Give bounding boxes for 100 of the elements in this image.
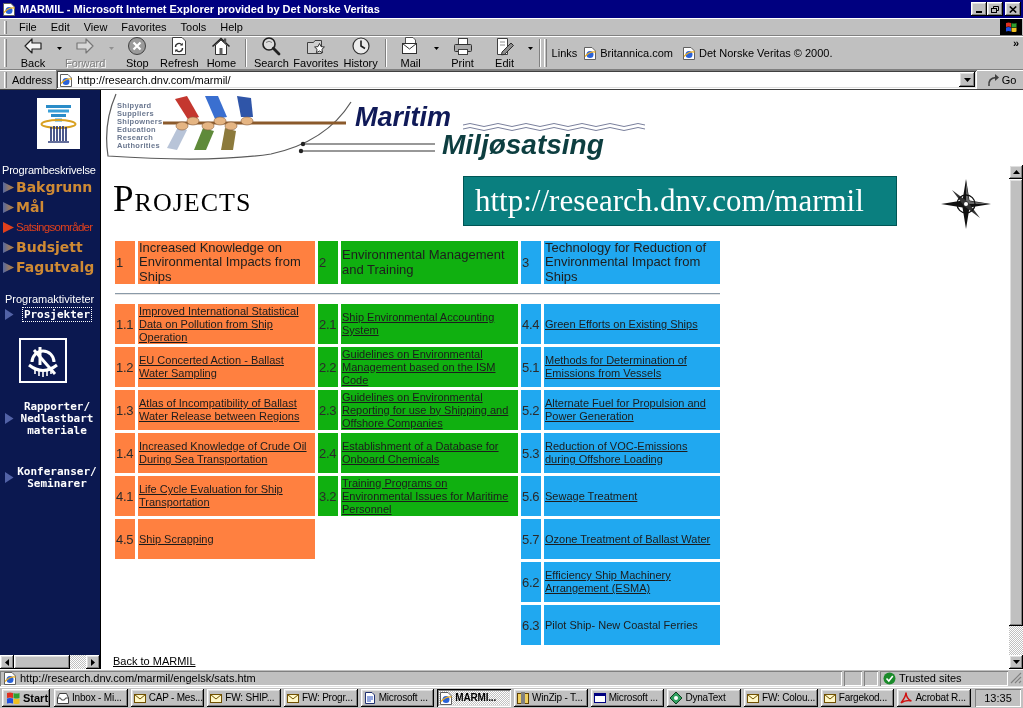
triangle-arrow-icon — [2, 260, 15, 274]
refresh-button[interactable]: Refresh — [158, 37, 201, 68]
project-link[interactable]: Sewage Treatment — [545, 489, 638, 503]
project-number: 1.2 — [115, 347, 135, 387]
category-heading: Environmental Management and Training — [341, 241, 518, 284]
sidebar-link[interactable]: Satsingsområder — [0, 217, 100, 237]
project-link[interactable]: Ship Scrapping — [139, 532, 214, 546]
caret-icon — [963, 77, 971, 82]
caret-icon — [108, 47, 114, 50]
more-links-button[interactable]: » — [1012, 38, 1019, 49]
project-number: 4.1 — [115, 476, 135, 516]
project-link[interactable]: Training Programs on Environmental Issues for Maritime Personnel — [342, 476, 517, 516]
triangle-arrow-icon — [2, 180, 15, 194]
taskbar-button[interactable]: FW: SHIP... — [207, 688, 281, 707]
sidebar-link[interactable]: Mål — [0, 197, 100, 217]
quick-link[interactable]: Britannica.com — [583, 45, 674, 60]
search-button[interactable]: Search — [250, 37, 293, 68]
project-number: 1.1 — [115, 304, 135, 344]
quick-link[interactable]: Det Norske Veritas © 2000. — [682, 45, 833, 60]
menu-item[interactable]: View — [76, 20, 115, 34]
project-number: 5.2 — [521, 390, 541, 430]
project-number: 6.2 — [521, 562, 541, 602]
triangle-arrow-icon — [2, 220, 15, 234]
menu-item[interactable]: Help — [213, 20, 250, 34]
scroll-up-button[interactable] — [1009, 165, 1023, 179]
taskbar-button[interactable]: CAP - Mes... — [130, 688, 205, 707]
home-button[interactable]: Home — [200, 37, 243, 68]
project-link[interactable]: Improved International Statistical Data on Pollution from Ship Operation — [139, 304, 314, 344]
address-label: Address — [12, 73, 53, 86]
project-link[interactable]: Efficiency Ship Machinery Arrangement (ESMA) — [545, 569, 719, 595]
project-link[interactable]: Ship Environmental Accounting System — [342, 311, 517, 337]
project-number: 1.3 — [115, 390, 135, 430]
project-link[interactable]: Establishment of a Database for Onboard Chemicals — [342, 440, 517, 466]
favorites-button[interactable]: Favorites — [292, 37, 340, 68]
web-page-icon — [439, 690, 454, 705]
flag-logo-icon — [1000, 18, 1022, 36]
printer-icon — [452, 36, 473, 56]
taskbar-button[interactable]: Inbox - Mi... — [54, 688, 128, 707]
project-number: 2.1 — [318, 304, 338, 344]
project-link[interactable]: Alternate Fuel for Propulsion and Power Generation — [545, 397, 719, 423]
project-number: 3.2 — [318, 476, 338, 516]
scroll-down-button[interactable] — [1009, 655, 1023, 669]
taskbar-button[interactable]: WinZip - T... — [514, 688, 588, 707]
scroll-right-button[interactable] — [86, 655, 100, 669]
project-link[interactable]: Ozone Treatment of Ballast Water — [545, 532, 711, 546]
edit-button[interactable]: Edit — [483, 37, 536, 68]
taskbar-button[interactable]: DynaText — [667, 688, 742, 707]
taskbar-button[interactable]: FW: Progr... — [284, 688, 358, 707]
project-link[interactable]: Guidelines on Environmental Management based on the ISM Code — [342, 347, 517, 387]
project-link[interactable]: Methods for Determination of Emissions from Vessels — [545, 354, 719, 380]
menu-item[interactable]: Favorites — [114, 20, 174, 34]
restore-button[interactable] — [987, 2, 1003, 16]
stop-button[interactable]: Stop — [116, 37, 159, 68]
start-button[interactable]: Start — [2, 688, 50, 707]
down-triangle-icon — [1012, 660, 1020, 664]
sidebar-link[interactable]: Fagutvalg — [0, 257, 100, 277]
menu-item[interactable]: Edit — [43, 20, 77, 34]
resize-grip-icon — [1010, 672, 1022, 684]
go-button[interactable]: Go — [981, 70, 1021, 89]
sidebar-link[interactable]: Rapporter/ Nedlastbart materiale — [0, 399, 100, 438]
scrollbar-thumb[interactable] — [14, 655, 70, 669]
sidebar-link[interactable]: Bakgrunn — [0, 177, 100, 197]
taskbar-button[interactable]: MARMI... — [437, 688, 512, 707]
category-number: 3 — [521, 241, 541, 284]
project-link[interactable]: Green Efforts on Existing Ships — [545, 317, 698, 331]
taskbar-button[interactable]: Fargekod... — [820, 688, 895, 707]
sidebar-link[interactable]: Budsjett — [0, 237, 100, 257]
back-button[interactable]: Back — [12, 37, 64, 68]
project-link[interactable]: EU Concerted Action - Ballast Water Sampling — [139, 354, 314, 380]
dropdown-button[interactable] — [959, 72, 975, 87]
project-link[interactable]: Guidelines on Environmental Reporting for use by Shipping and Offshore Companies — [342, 390, 517, 430]
history-button[interactable]: History — [339, 37, 382, 68]
project-link[interactable]: Atlas of Incompatibility of Ballast Water Release between Regions — [139, 397, 314, 423]
project-link[interactable]: Reduction of VOC-Emissions during Offshore Loading — [545, 440, 719, 466]
print-button[interactable]: Print — [441, 37, 484, 68]
triangle-arrow-icon — [4, 471, 14, 484]
taskbar-button[interactable]: Microsoft ... — [360, 688, 435, 707]
sidebar-link[interactable]: Konferanser/ Seminarer — [0, 464, 100, 491]
close-button[interactable] — [1005, 2, 1021, 16]
status-text: http://research.dnv.com/marmil/engelsk/sats.htm — [20, 672, 256, 684]
address-field[interactable]: http://research.dnv.com/marmil/ — [56, 70, 977, 89]
stop-icon — [127, 36, 148, 56]
taskbar-button[interactable]: FW: Colou... — [744, 688, 818, 707]
project-link[interactable]: Increased Knowledge of Crude Oil During Sea Transportation — [139, 440, 314, 466]
mail-button[interactable]: Mail — [389, 37, 442, 68]
links-label: Links — [551, 46, 578, 59]
minimize-button[interactable] — [971, 2, 987, 16]
taskbar-button[interactable]: Acrobat R... — [897, 688, 972, 707]
taskbar-button[interactable]: Microsoft ... — [590, 688, 665, 707]
menu-item[interactable]: File — [12, 20, 44, 34]
back-link[interactable]: Back to MARMIL — [113, 655, 196, 668]
project-link[interactable]: Life Cycle Evaluation for Ship Transportation — [139, 483, 314, 509]
menu-item[interactable]: Tools — [173, 20, 214, 34]
project-title: Pilot Ship- New Coastal Ferries — [545, 618, 698, 632]
caret-icon — [56, 47, 62, 50]
project-number: 5.1 — [521, 347, 541, 387]
status-panel — [864, 670, 878, 686]
triangle-arrow-icon — [4, 308, 14, 321]
scroll-left-button[interactable] — [0, 655, 14, 669]
emblem-logo — [37, 98, 80, 149]
